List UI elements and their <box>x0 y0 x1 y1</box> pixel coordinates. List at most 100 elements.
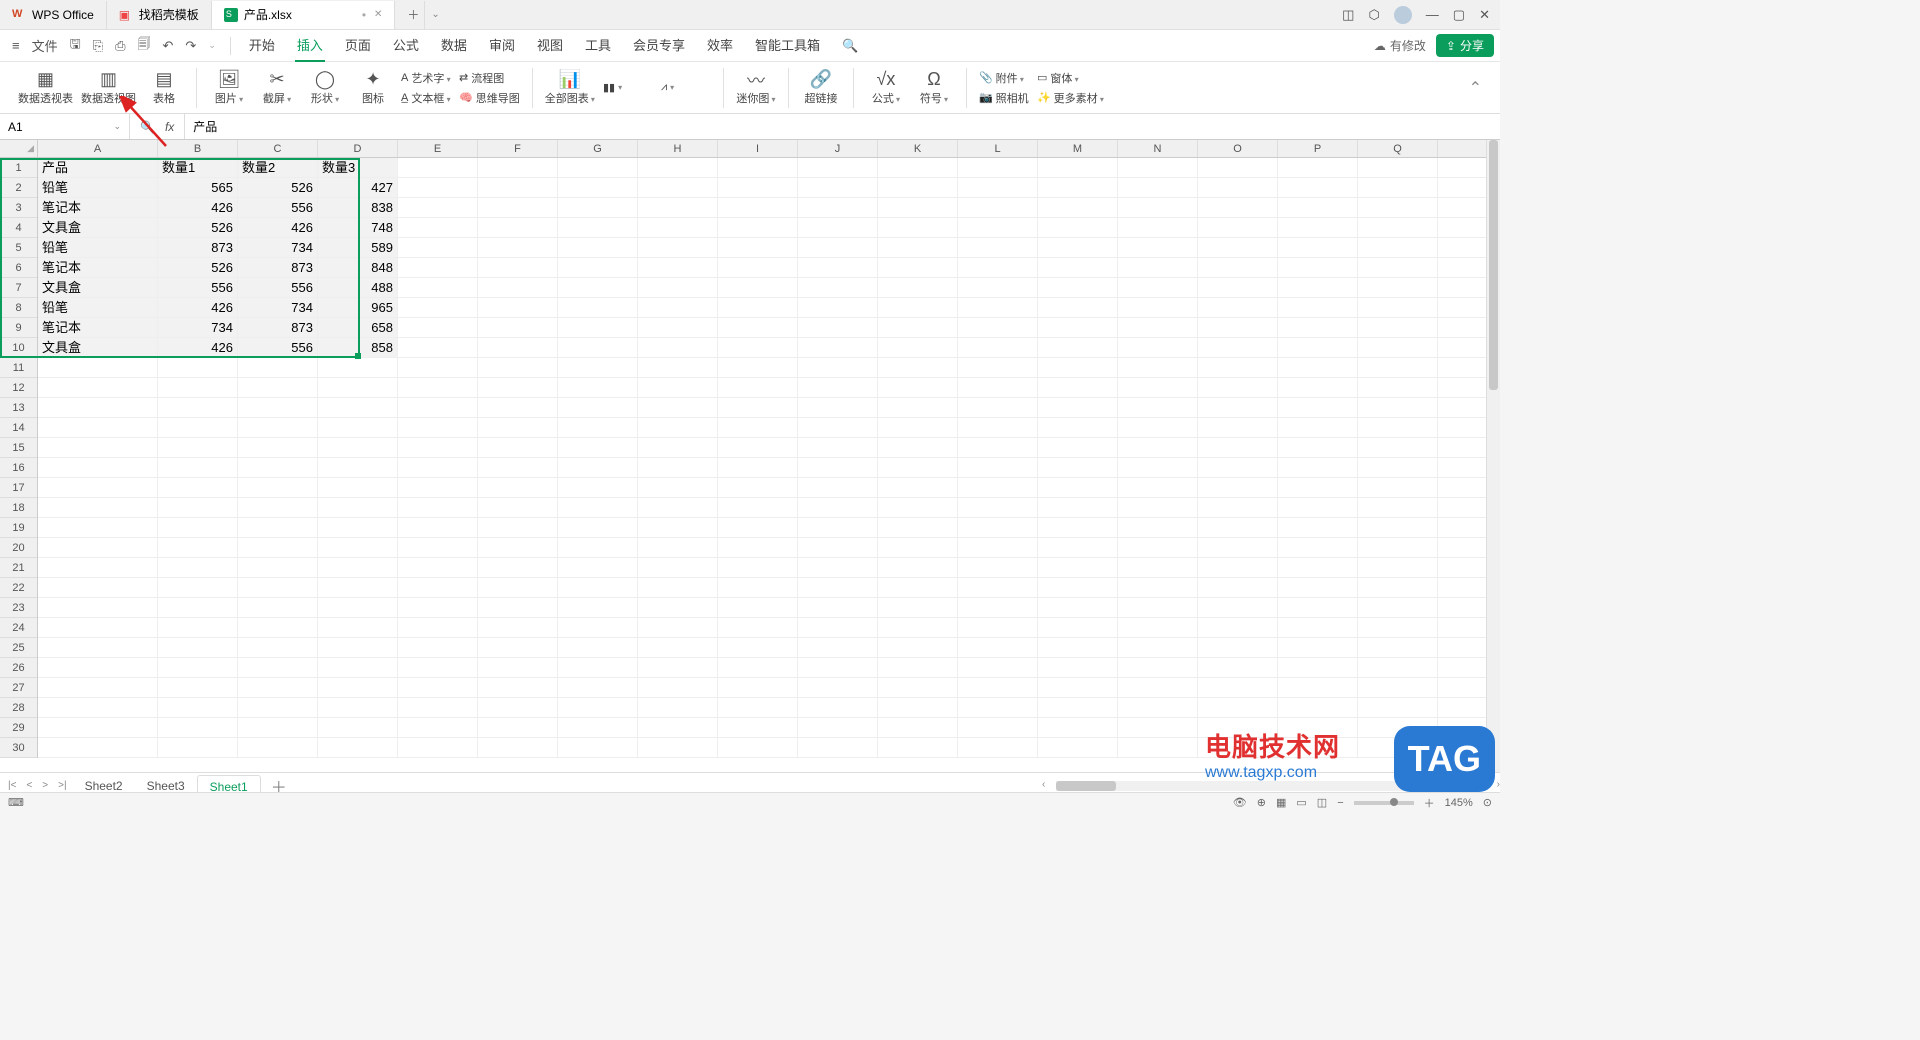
cell-D5[interactable]: 589 <box>318 238 398 257</box>
cell-L10[interactable] <box>958 338 1038 357</box>
cell-H1[interactable] <box>638 158 718 177</box>
mindmap-button[interactable]: 🧠思维导图 <box>459 90 520 106</box>
cell-H30[interactable] <box>638 738 718 757</box>
view-eye-icon[interactable]: 👁 <box>1233 796 1247 809</box>
cells-area[interactable]: 产品数量1数量2数量3铅笔565526427笔记本426556838文具盒526… <box>38 158 1486 772</box>
row-header-29[interactable]: 29 <box>0 718 37 738</box>
flowchart-button[interactable]: ⇄流程图 <box>459 70 520 86</box>
cell-O1[interactable] <box>1198 158 1278 177</box>
cell-A23[interactable] <box>38 598 158 617</box>
cell-F5[interactable] <box>478 238 558 257</box>
cell-Q21[interactable] <box>1358 558 1438 577</box>
cell-O12[interactable] <box>1198 378 1278 397</box>
cell-C26[interactable] <box>238 658 318 677</box>
cell-B10[interactable]: 426 <box>158 338 238 357</box>
cell-M3[interactable] <box>1038 198 1118 217</box>
cell-K9[interactable] <box>878 318 958 337</box>
cell-N26[interactable] <box>1118 658 1198 677</box>
cell-G2[interactable] <box>558 178 638 197</box>
cell-G11[interactable] <box>558 358 638 377</box>
tab-close-icon[interactable]: ✕ <box>374 9 382 20</box>
col-header-O[interactable]: O <box>1198 140 1278 157</box>
col-header-J[interactable]: J <box>798 140 878 157</box>
zoom-in-icon[interactable]: ＋ <box>1424 795 1435 811</box>
cell-C1[interactable]: 数量2 <box>238 158 318 177</box>
cell-B14[interactable] <box>158 418 238 437</box>
cell-Q7[interactable] <box>1358 278 1438 297</box>
vscroll-thumb[interactable] <box>1489 140 1498 390</box>
cell-F10[interactable] <box>478 338 558 357</box>
cell-E4[interactable] <box>398 218 478 237</box>
cell-J9[interactable] <box>798 318 878 337</box>
cell-H22[interactable] <box>638 578 718 597</box>
cell-B24[interactable] <box>158 618 238 637</box>
form-button[interactable]: ▭窗体 <box>1037 70 1104 86</box>
cell-M20[interactable] <box>1038 538 1118 557</box>
cell-K28[interactable] <box>878 698 958 717</box>
cell-N17[interactable] <box>1118 478 1198 497</box>
row-header-1[interactable]: 1 <box>0 158 37 178</box>
cell-J29[interactable] <box>798 718 878 737</box>
cell-B28[interactable] <box>158 698 238 717</box>
line-chart-button[interactable]: ⩘ <box>661 81 711 94</box>
cell-I19[interactable] <box>718 518 798 537</box>
main-tab-7[interactable]: 工具 <box>583 29 613 62</box>
undo-icon[interactable]: ↶ <box>157 38 180 54</box>
cell-L22[interactable] <box>958 578 1038 597</box>
cell-I6[interactable] <box>718 258 798 277</box>
cell-M22[interactable] <box>1038 578 1118 597</box>
cell-C7[interactable]: 556 <box>238 278 318 297</box>
cell-O25[interactable] <box>1198 638 1278 657</box>
cell-O30[interactable] <box>1198 738 1278 757</box>
cell-K8[interactable] <box>878 298 958 317</box>
cell-O14[interactable] <box>1198 418 1278 437</box>
col-header-C[interactable]: C <box>238 140 318 157</box>
cell-B19[interactable] <box>158 518 238 537</box>
cell-B11[interactable] <box>158 358 238 377</box>
cell-A9[interactable]: 笔记本 <box>38 318 158 337</box>
file-menu[interactable]: 文件 <box>26 36 64 55</box>
cell-J6[interactable] <box>798 258 878 277</box>
cell-I26[interactable] <box>718 658 798 677</box>
cell-N28[interactable] <box>1118 698 1198 717</box>
cell-N24[interactable] <box>1118 618 1198 637</box>
cell-L28[interactable] <box>958 698 1038 717</box>
cell-N25[interactable] <box>1118 638 1198 657</box>
cell-P21[interactable] <box>1278 558 1358 577</box>
cell-C19[interactable] <box>238 518 318 537</box>
cell-H24[interactable] <box>638 618 718 637</box>
cell-D2[interactable]: 427 <box>318 178 398 197</box>
cell-A16[interactable] <box>38 458 158 477</box>
cell-A26[interactable] <box>38 658 158 677</box>
cell-G6[interactable] <box>558 258 638 277</box>
cell-C9[interactable]: 873 <box>238 318 318 337</box>
cell-J28[interactable] <box>798 698 878 717</box>
cell-I7[interactable] <box>718 278 798 297</box>
cell-L23[interactable] <box>958 598 1038 617</box>
cell-L4[interactable] <box>958 218 1038 237</box>
row-header-2[interactable]: 2 <box>0 178 37 198</box>
cell-J27[interactable] <box>798 678 878 697</box>
cell-L14[interactable] <box>958 418 1038 437</box>
cell-M15[interactable] <box>1038 438 1118 457</box>
cell-A18[interactable] <box>38 498 158 517</box>
cell-P5[interactable] <box>1278 238 1358 257</box>
col-header-L[interactable]: L <box>958 140 1038 157</box>
cell-I14[interactable] <box>718 418 798 437</box>
cell-O20[interactable] <box>1198 538 1278 557</box>
cell-E22[interactable] <box>398 578 478 597</box>
cell-M13[interactable] <box>1038 398 1118 417</box>
bar-chart-button[interactable]: ▮▮ <box>603 81 653 94</box>
column-headers[interactable]: ABCDEFGHIJKLMNOPQ <box>38 140 1486 158</box>
row-header-11[interactable]: 11 <box>0 358 37 378</box>
cell-Q12[interactable] <box>1358 378 1438 397</box>
cell-O19[interactable] <box>1198 518 1278 537</box>
picture-button[interactable]: 🖼图片 <box>209 70 249 106</box>
cell-N30[interactable] <box>1118 738 1198 757</box>
cell-F3[interactable] <box>478 198 558 217</box>
cell-B9[interactable]: 734 <box>158 318 238 337</box>
cell-B29[interactable] <box>158 718 238 737</box>
cell-B16[interactable] <box>158 458 238 477</box>
cell-E2[interactable] <box>398 178 478 197</box>
cell-C25[interactable] <box>238 638 318 657</box>
